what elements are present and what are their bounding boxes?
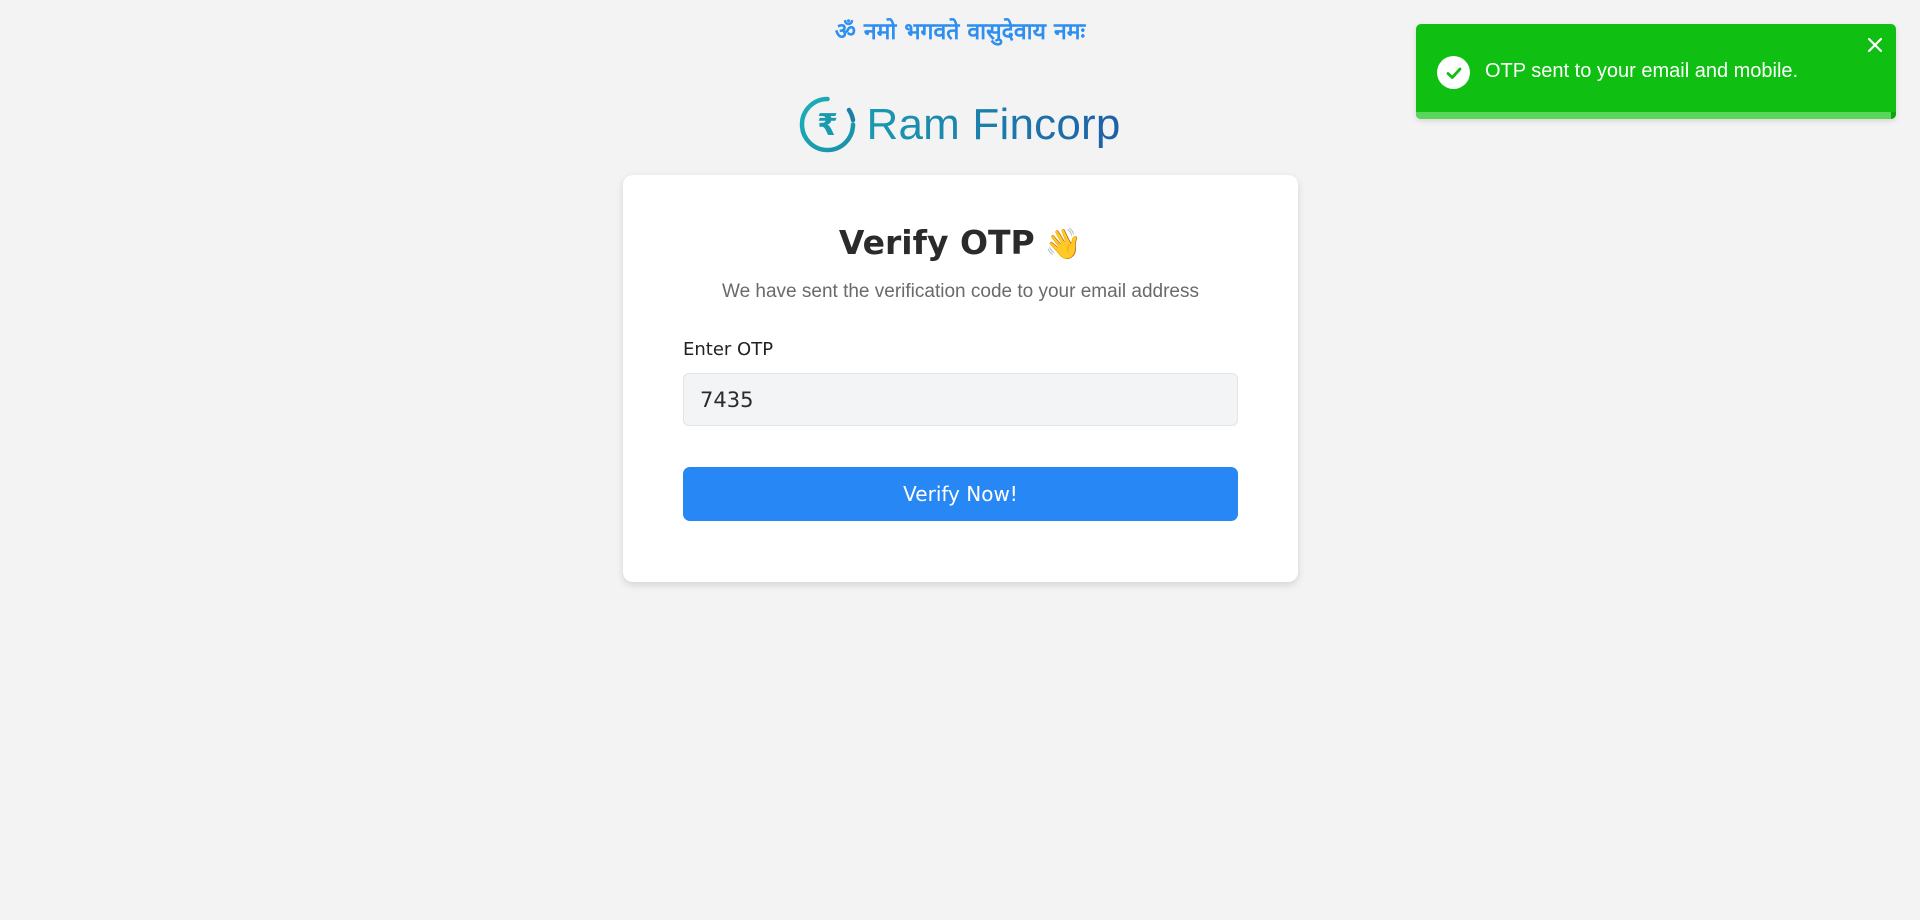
card-title: Verify OTP 👋: [623, 223, 1298, 262]
otp-verification-page: ॐ नमो भगवते वासुदेवाय नमः ₹ Ram Fincorp …: [0, 0, 1920, 920]
waving-hand-icon: 👋: [1044, 227, 1083, 262]
otp-input[interactable]: [683, 373, 1238, 426]
brand-name: Ram Fincorp: [866, 99, 1121, 149]
verify-otp-card: Verify OTP 👋 We have sent the verificatio…: [623, 175, 1298, 582]
card-title-text: Verify OTP: [838, 223, 1035, 262]
verify-now-button[interactable]: Verify Now!: [683, 467, 1238, 521]
otp-label: Enter OTP: [683, 339, 774, 360]
check-circle-icon: [1437, 56, 1470, 89]
card-subtitle: We have sent the verification code to yo…: [721, 281, 1199, 302]
close-icon[interactable]: [1862, 32, 1888, 58]
success-toast: OTP sent to your email and mobile.: [1416, 24, 1896, 119]
toast-progress-bar: [1416, 112, 1892, 119]
svg-text:₹: ₹: [818, 108, 839, 143]
rupee-circle-icon: ₹: [800, 96, 856, 153]
toast-message: OTP sent to your email and mobile.: [1485, 60, 1799, 82]
